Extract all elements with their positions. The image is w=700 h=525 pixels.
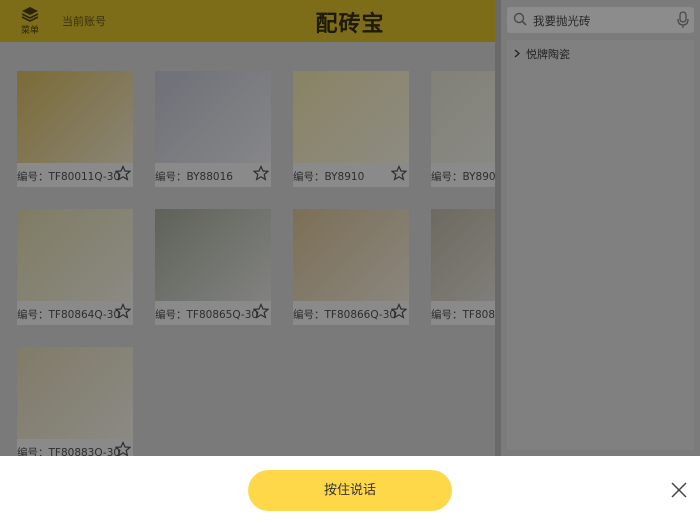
search-panel: 我要抛光砖 悦牌陶瓷	[495, 0, 700, 456]
star-outline-icon[interactable]	[253, 165, 269, 181]
star-outline-icon[interactable]	[115, 441, 131, 456]
category-label: 悦牌陶瓷	[526, 48, 570, 61]
tile-image	[431, 71, 495, 163]
tile-image	[17, 209, 133, 301]
category-list: 悦牌陶瓷	[507, 40, 694, 450]
tile-image	[17, 347, 133, 439]
current-account-link[interactable]: 当前账号	[62, 13, 106, 29]
star-outline-icon[interactable]	[391, 303, 407, 319]
microphone-icon[interactable]	[677, 11, 689, 29]
tile-card[interactable]: 编号：TF80866Q-30	[293, 209, 409, 325]
star-outline-icon[interactable]	[115, 165, 131, 181]
layers-icon	[21, 7, 39, 22]
tile-card[interactable]: 编号：BY890	[431, 71, 495, 187]
category-item[interactable]: 悦牌陶瓷	[514, 46, 570, 62]
tile-grid: 编号：TF80011Q-30 编号：BY88016 编号：BY8910 编号：B…	[0, 42, 495, 456]
tile-card[interactable]: 编号：TF80865Q-30	[155, 209, 271, 325]
tile-card[interactable]: 编号：TF80883Q-30	[17, 347, 133, 456]
search-input[interactable]: 我要抛光砖	[533, 13, 591, 29]
tile-code: 编号：BY890	[431, 171, 495, 183]
star-outline-icon[interactable]	[115, 303, 131, 319]
tile-card[interactable]: 编号：TF80864Q-30	[17, 209, 133, 325]
menu-label: 菜单	[20, 26, 39, 36]
star-outline-icon[interactable]	[391, 165, 407, 181]
tile-code: 编号：TF8087	[431, 309, 495, 321]
tile-card[interactable]: 编号：TF80011Q-30	[17, 71, 133, 187]
hold-to-talk-button[interactable]: 按住说话	[248, 470, 452, 511]
close-icon[interactable]	[670, 481, 688, 499]
menu-button[interactable]: 菜单	[14, 6, 46, 38]
search-bar[interactable]: 我要抛光砖	[507, 7, 694, 33]
tile-image	[155, 209, 271, 301]
app-title: 配砖宝	[315, 12, 385, 37]
tile-image	[17, 71, 133, 163]
tile-card[interactable]: 编号：TF8087	[431, 209, 495, 325]
tile-image	[293, 71, 409, 163]
tile-card[interactable]: 编号：BY88016	[155, 71, 271, 187]
tile-card[interactable]: 编号：BY8910	[293, 71, 409, 187]
tile-image	[293, 209, 409, 301]
tile-image	[431, 209, 495, 301]
star-outline-icon[interactable]	[253, 303, 269, 319]
voice-sheet: 按住说话	[0, 456, 700, 525]
chevron-right-icon	[514, 49, 520, 58]
search-icon	[513, 12, 527, 26]
tile-image	[155, 71, 271, 163]
